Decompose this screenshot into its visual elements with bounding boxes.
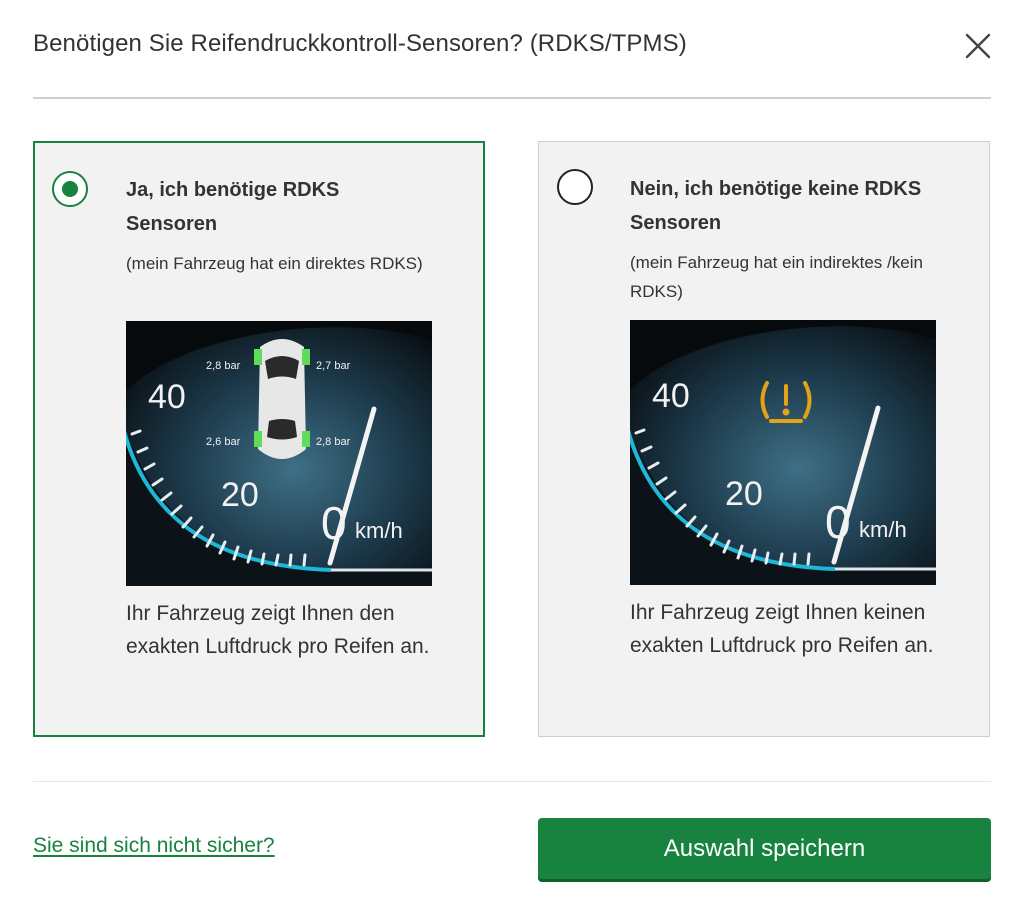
close-icon[interactable] bbox=[962, 30, 994, 62]
header-divider bbox=[33, 97, 991, 99]
tire-pressure-front-left: 2,8 bar bbox=[206, 360, 241, 372]
save-selection-button[interactable]: Auswahl speichern bbox=[538, 818, 991, 879]
option-card-no[interactable]: Nein, ich benötige keine RDKS Sensoren (… bbox=[538, 141, 990, 737]
speed-label-40: 40 bbox=[148, 378, 186, 416]
footer-divider bbox=[33, 781, 991, 782]
option-subtitle: (mein Fahrzeug hat ein direktes RDKS) bbox=[126, 254, 423, 273]
not-sure-link[interactable]: Sie sind sich nicht sicher? bbox=[33, 834, 275, 858]
speed-unit: km/h bbox=[859, 517, 907, 542]
tire-pressure-front-right: 2,7 bar bbox=[316, 360, 351, 372]
speed-label-20: 20 bbox=[725, 475, 763, 513]
dashboard-image-indirect-rdks: 40 20 0 km/h bbox=[630, 320, 936, 585]
radio-selected-dot bbox=[62, 181, 78, 197]
radio-no[interactable] bbox=[557, 169, 593, 205]
option-description: Ihr Fahrzeug zeigt Ihnen den exakten Luf… bbox=[126, 602, 430, 658]
speed-label-40: 40 bbox=[652, 377, 690, 415]
speed-label-20: 20 bbox=[221, 476, 259, 514]
tire-pressure-rear-left: 2,6 bar bbox=[206, 436, 241, 448]
option-title: Nein, ich benötige keine RDKS Sensoren bbox=[630, 178, 922, 234]
dialog-title: Benötigen Sie Reifendruckkontroll-Sensor… bbox=[33, 30, 687, 57]
option-description: Ihr Fahrzeug zeigt Ihnen keinen exakten … bbox=[630, 601, 934, 657]
tire-pressure-rear-right: 2,8 bar bbox=[316, 436, 351, 448]
dashboard-image-direct-rdks: 40 20 0 km/h 2,8 bar 2,7 bar 2,6 bar 2,8… bbox=[126, 321, 432, 586]
speed-unit: km/h bbox=[355, 518, 403, 543]
speed-label-0: 0 bbox=[321, 497, 347, 549]
speed-label-0: 0 bbox=[825, 496, 851, 548]
option-card-yes[interactable]: Ja, ich benötige RDKS Sensoren (mein Fah… bbox=[33, 141, 485, 737]
car-top-view-icon bbox=[254, 339, 310, 459]
radio-yes[interactable] bbox=[52, 171, 88, 207]
option-title: Ja, ich benötige RDKS Sensoren bbox=[126, 179, 340, 235]
option-subtitle: (mein Fahrzeug hat ein indirektes /kein … bbox=[630, 253, 923, 301]
